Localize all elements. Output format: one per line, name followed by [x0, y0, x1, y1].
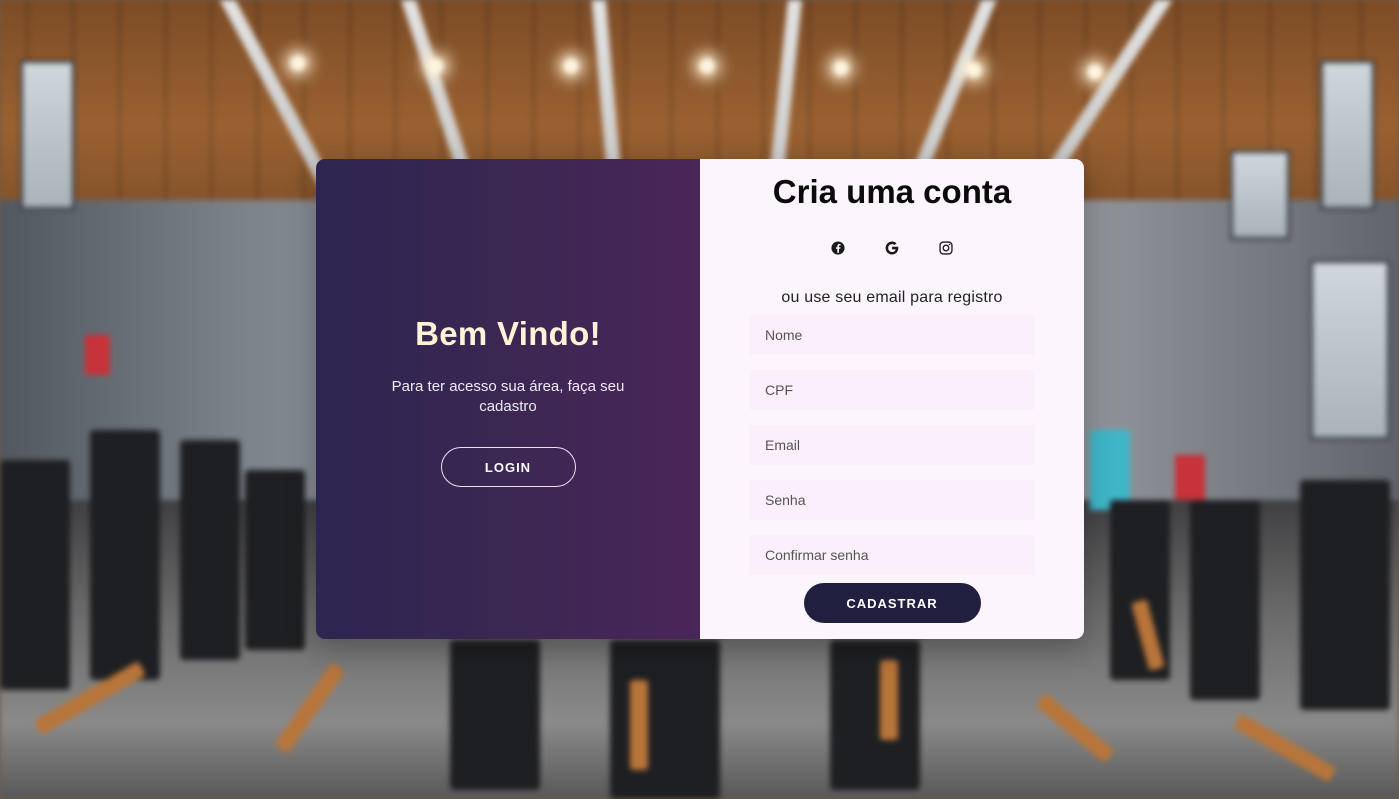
gym-machine: [610, 640, 720, 799]
window: [1320, 60, 1375, 210]
register-button[interactable]: CADASTRAR: [803, 583, 981, 623]
ceiling-lamp: [833, 60, 849, 76]
ceiling-lamp: [699, 58, 715, 74]
instagram-icon[interactable]: [939, 241, 953, 255]
signup-hint: ou use seu email para registro: [781, 289, 1003, 306]
gym-bench: [880, 660, 898, 740]
gym-machine: [1300, 480, 1390, 710]
signup-panel: Cria uma conta ou use seu email para reg…: [700, 159, 1084, 639]
welcome-text: Para ter acesso sua área, faça seu cadas…: [391, 378, 625, 415]
window: [1230, 150, 1290, 240]
welcome-title: Bem Vindo!: [415, 315, 601, 352]
ceiling-lamp: [563, 58, 579, 74]
google-icon[interactable]: [885, 241, 899, 255]
gym-machine: [0, 460, 70, 690]
ceiling-lamp: [428, 58, 444, 74]
gym-machine: [90, 430, 160, 680]
social-login-row: [831, 241, 953, 255]
gym-machine: [1190, 500, 1260, 700]
gym-machine: [450, 640, 540, 790]
gym-machine: [830, 640, 920, 790]
welcome-panel: Bem Vindo! Para ter acesso sua área, faç…: [316, 159, 700, 639]
ceiling-lamp: [290, 55, 306, 71]
gym-machine: [180, 440, 240, 660]
gym-bench: [630, 680, 648, 770]
cpf-field[interactable]: [750, 370, 1034, 410]
login-button[interactable]: LOGIN: [440, 447, 576, 487]
password-field[interactable]: [750, 480, 1034, 520]
wall-accent: [85, 335, 110, 375]
facebook-icon[interactable]: [831, 241, 845, 255]
wall-accent: [1175, 455, 1205, 500]
signup-form: [750, 315, 1034, 575]
ceiling-lamp: [966, 62, 982, 78]
gym-machine: [245, 470, 305, 650]
ceiling-lamp: [1087, 64, 1103, 80]
email-field[interactable]: [750, 425, 1034, 465]
signup-title: Cria uma conta: [772, 173, 1012, 210]
auth-card: Bem Vindo! Para ter acesso sua área, faç…: [316, 159, 1084, 639]
window: [20, 60, 75, 210]
name-field[interactable]: [750, 315, 1034, 355]
wall-accent: [1090, 430, 1130, 510]
confirm-password-field[interactable]: [750, 535, 1034, 575]
window: [1310, 260, 1390, 440]
